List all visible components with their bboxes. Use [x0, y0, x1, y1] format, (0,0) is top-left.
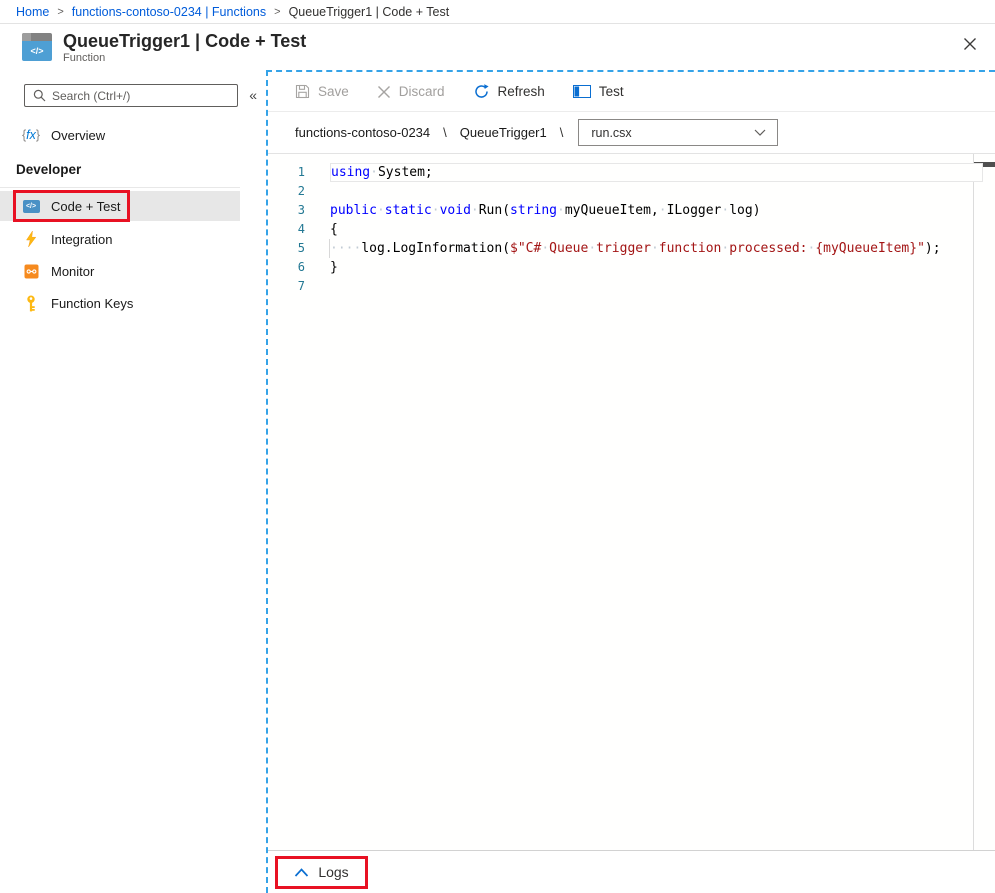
breadcrumb-home-link[interactable]: Home — [16, 5, 49, 19]
editor-scrollbar[interactable] — [973, 154, 995, 850]
code-line[interactable]: 3 public·static·void·Run(string·myQueueIt… — [268, 201, 995, 220]
sidebar-item-label: Monitor — [51, 264, 94, 279]
discard-x-icon — [377, 85, 391, 99]
file-select-dropdown[interactable]: run.csx — [578, 119, 778, 146]
sidebar-item-label: Overview — [51, 128, 105, 143]
sidebar-item-monitor[interactable]: Monitor — [0, 256, 240, 286]
page-header: </> QueueTrigger1 | Code + Test Function — [0, 24, 995, 70]
code-text — [330, 182, 983, 201]
sidebar-item-label: Code + Test — [51, 199, 121, 214]
code-text — [330, 277, 983, 296]
page-subtitle: Function — [63, 52, 306, 64]
breadcrumb-functions-link[interactable]: functions-contoso-0234 | Functions — [72, 5, 266, 19]
code-text: public·static·void·Run(string·myQueueIte… — [330, 201, 983, 220]
code-text: { — [330, 220, 983, 239]
breadcrumb-separator: > — [57, 6, 63, 18]
line-number: 6 — [268, 258, 305, 277]
code-editor[interactable]: 1 using·System; 23 public·static·void·Run(s… — [268, 154, 995, 850]
path-separator: \ — [443, 125, 447, 140]
code-lines: 1 using·System; 23 public·static·void·Run(s… — [268, 163, 995, 296]
chevron-up-icon — [294, 868, 309, 877]
code-text: } — [330, 258, 983, 277]
breadcrumb-current: QueueTrigger1 | Code + Test — [289, 5, 450, 19]
function-code-icon: </> — [22, 33, 52, 61]
line-number: 3 — [268, 201, 305, 220]
code-test-icon: </> — [22, 200, 40, 213]
logs-toggle-button[interactable]: Logs — [275, 856, 368, 889]
search-input[interactable] — [52, 89, 237, 103]
sidebar-search[interactable] — [24, 84, 238, 107]
fx-overview-icon: {fx} — [22, 128, 40, 142]
sidebar-section-developer: Developer — [16, 162, 81, 177]
code-line[interactable]: 5 ····log.LogInformation($"C#·Queue·trigg… — [268, 239, 995, 258]
code-line[interactable]: 1 using·System; — [268, 163, 995, 182]
lightning-icon — [22, 231, 40, 247]
toolbar: Save Discard Refresh Test — [268, 72, 995, 112]
discard-label: Discard — [399, 84, 445, 99]
file-path-bar: functions-contoso-0234 \ QueueTrigger1 \… — [268, 112, 995, 154]
close-icon[interactable] — [959, 33, 981, 55]
page-title: QueueTrigger1 | Code + Test — [63, 31, 306, 51]
logs-label: Logs — [318, 864, 348, 880]
line-number: 5 — [268, 239, 305, 258]
save-icon — [295, 84, 310, 99]
breadcrumb-separator: > — [274, 6, 280, 18]
refresh-icon — [473, 83, 490, 100]
refresh-label: Refresh — [498, 84, 545, 99]
line-number: 7 — [268, 277, 305, 296]
code-line[interactable]: 6} — [268, 258, 995, 277]
line-number: 2 — [268, 182, 305, 201]
divider — [0, 187, 240, 188]
code-line[interactable]: 4{ — [268, 220, 995, 239]
monitor-icon — [22, 264, 40, 279]
sidebar-item-integration[interactable]: Integration — [0, 224, 240, 254]
sidebar-item-label: Integration — [51, 232, 112, 247]
code-test-pane: Save Discard Refresh Test functions-cont — [266, 70, 995, 893]
breadcrumb: Home > functions-contoso-0234 | Function… — [0, 0, 995, 24]
app-name: functions-contoso-0234 — [295, 125, 430, 140]
test-panel-icon — [573, 85, 591, 98]
search-icon — [33, 89, 46, 102]
save-label: Save — [318, 84, 349, 99]
sidebar-item-code-test[interactable]: </> Code + Test — [0, 191, 240, 221]
selected-file: run.csx — [591, 126, 631, 140]
logs-bar: Logs — [268, 850, 995, 893]
save-button[interactable]: Save — [295, 84, 349, 99]
test-label: Test — [599, 84, 624, 99]
function-name: QueueTrigger1 — [460, 125, 547, 140]
chevron-down-icon — [754, 129, 766, 136]
collapse-sidebar-icon[interactable]: « — [249, 86, 257, 104]
code-text: using·System; — [330, 163, 983, 182]
sidebar-item-overview[interactable]: {fx} Overview — [0, 120, 240, 150]
sidebar-item-label: Function Keys — [51, 296, 133, 311]
line-number: 4 — [268, 220, 305, 239]
code-text: ····log.LogInformation($"C#·Queue·trigge… — [330, 239, 983, 258]
path-separator: \ — [560, 125, 564, 140]
discard-button[interactable]: Discard — [377, 84, 445, 99]
sidebar: « {fx} Overview Developer </> Code + Tes… — [0, 70, 266, 893]
test-button[interactable]: Test — [573, 84, 624, 99]
line-number: 1 — [268, 163, 305, 182]
code-line[interactable]: 7 — [268, 277, 995, 296]
code-line[interactable]: 2 — [268, 182, 995, 201]
sidebar-item-function-keys[interactable]: Function Keys — [0, 288, 240, 318]
refresh-button[interactable]: Refresh — [473, 83, 545, 100]
key-icon — [22, 295, 40, 312]
